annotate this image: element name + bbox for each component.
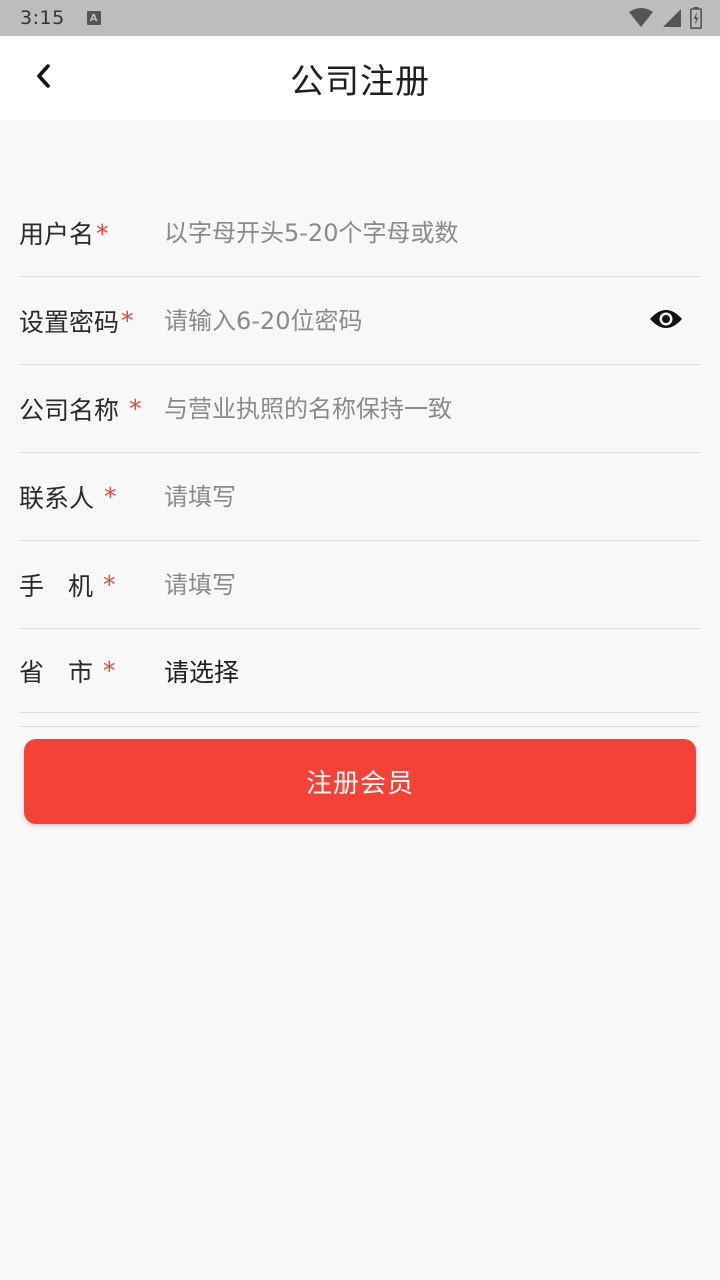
status-time: 3:15 <box>20 7 65 29</box>
page-title: 公司注册 <box>290 61 430 102</box>
phone-label-text: 手 机 <box>19 571 101 601</box>
username-row: 用户名 * <box>19 190 700 277</box>
register-member-button[interactable]: 注册会员 <box>24 739 696 824</box>
password-row: 设置密码 * <box>19 277 700 365</box>
wifi-icon <box>628 8 654 28</box>
contact-input[interactable] <box>164 466 700 527</box>
region-select[interactable]: 请选择 <box>164 653 239 689</box>
password-label: 设置密码 * <box>19 303 164 339</box>
battery-charging-icon <box>690 7 702 29</box>
phone-row: 手 机 * <box>19 541 700 629</box>
phone-label: 手 机 * <box>19 567 164 603</box>
signal-icon <box>662 8 682 28</box>
username-label: 用户名 * <box>19 215 164 251</box>
contact-row: 联系人 * <box>19 453 700 541</box>
region-row[interactable]: 省 市 * 请选择 <box>19 629 700 713</box>
contact-label-text: 联系人 <box>19 483 95 513</box>
company-name-row: 公司名称 * <box>19 365 700 453</box>
company-name-label: 公司名称 * <box>19 391 164 427</box>
status-bar: 3:15 A <box>0 0 720 36</box>
eye-icon <box>649 307 683 335</box>
password-input[interactable] <box>164 290 700 351</box>
accessibility-a-icon: A <box>86 11 101 25</box>
required-star: * <box>96 218 109 248</box>
region-label-text: 省 市 <box>19 657 101 687</box>
app-bar: 公司注册 <box>0 36 720 120</box>
password-label-text: 设置密码 <box>19 307 120 337</box>
required-star: * <box>121 306 134 335</box>
chevron-left-icon <box>33 62 55 94</box>
phone-input[interactable] <box>164 554 700 615</box>
contact-label: 联系人 * <box>19 479 164 515</box>
required-star: * <box>128 394 142 423</box>
username-input[interactable] <box>164 203 700 263</box>
registration-form: 用户名* 设置密码* 公司名称 * 联系人 * <box>19 190 700 713</box>
back-button[interactable] <box>24 58 64 98</box>
password-visibility-toggle[interactable] <box>648 303 684 339</box>
company-name-label-text: 公司名称 <box>19 395 120 425</box>
username-label-text: 用户名 <box>19 220 95 249</box>
required-star: * <box>102 570 116 599</box>
status-icons <box>628 7 702 29</box>
divider <box>19 726 700 727</box>
required-star: * <box>102 656 116 685</box>
company-name-input[interactable] <box>164 378 700 439</box>
required-star: * <box>103 482 117 511</box>
region-label: 省 市 * <box>19 653 164 689</box>
